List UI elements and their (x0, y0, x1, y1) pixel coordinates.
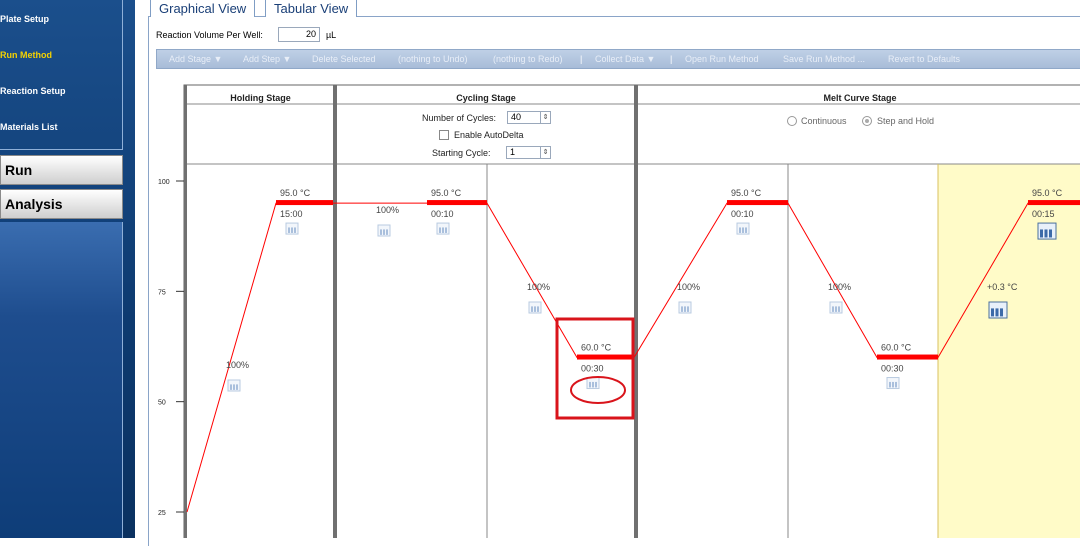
hold-step-bar[interactable] (577, 354, 634, 360)
step-duration[interactable]: 00:30 (581, 364, 604, 374)
step-duration[interactable]: 15:00 (280, 209, 303, 219)
data-collection-icon[interactable] (829, 301, 843, 314)
step-temperature[interactable]: 95.0 °C (280, 188, 311, 198)
data-collection-icon[interactable] (886, 377, 900, 390)
data-collection-icon[interactable] (1037, 222, 1057, 240)
ramp-rate[interactable]: 100% (226, 360, 249, 370)
hold-step-bar[interactable] (276, 200, 333, 206)
thermal-profile-chart: 100 75 50 25 95.0 °C 15:00 100% 95.0 °C 00:10 10… (158, 84, 1080, 538)
data-collection-icon[interactable] (285, 222, 299, 235)
ramp-rate[interactable]: 100% (376, 205, 399, 215)
ramp-rate[interactable]: 100% (677, 282, 700, 292)
step-temperature[interactable]: 60.0 °C (581, 343, 612, 353)
hold-step-bar[interactable] (727, 200, 788, 206)
step-temperature[interactable]: 95.0 °C (1032, 188, 1063, 198)
hold-step-bar[interactable] (877, 354, 938, 360)
y-axis-tick-label: 25 (158, 510, 166, 517)
step-temperature[interactable]: 60.0 °C (881, 343, 912, 353)
step-duration[interactable]: 00:30 (881, 364, 904, 374)
stage-separator (634, 85, 638, 538)
data-collection-icon[interactable] (436, 222, 450, 235)
step-temperature[interactable]: 95.0 °C (731, 188, 762, 198)
hold-step-bar[interactable] (1028, 200, 1080, 206)
ramp-rate[interactable]: 100% (527, 282, 550, 292)
data-collection-icon[interactable] (988, 301, 1008, 319)
step-temperature[interactable]: 95.0 °C (431, 188, 462, 198)
data-collection-icon[interactable] (736, 222, 750, 235)
data-collection-icon[interactable] (678, 301, 692, 314)
data-collection-icon[interactable] (227, 379, 241, 392)
stage-separator (184, 85, 187, 538)
step-duration[interactable]: 00:10 (731, 209, 754, 219)
selected-step-highlight (938, 164, 1080, 538)
stage-separator (333, 85, 337, 538)
y-axis-tick-label: 100 (158, 179, 170, 186)
y-axis-tick-label: 50 (158, 400, 166, 407)
ramp-rate[interactable]: 100% (828, 282, 851, 292)
y-axis-tick-label: 75 (158, 289, 166, 296)
ramp-rate[interactable]: +0.3 °C (987, 282, 1018, 292)
step-duration[interactable]: 00:10 (431, 209, 454, 219)
data-collection-icon[interactable] (528, 301, 542, 314)
hold-step-bar[interactable] (427, 200, 487, 206)
data-collection-icon[interactable] (377, 224, 391, 237)
data-collection-icon[interactable] (586, 377, 600, 390)
step-duration[interactable]: 00:15 (1032, 209, 1055, 219)
